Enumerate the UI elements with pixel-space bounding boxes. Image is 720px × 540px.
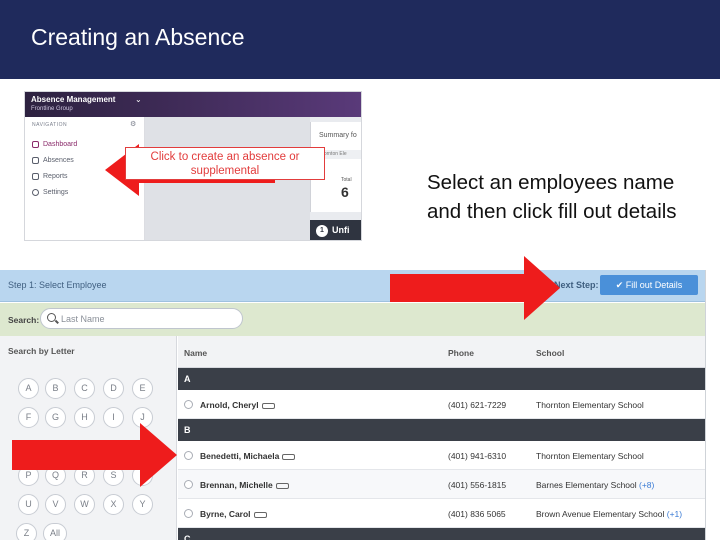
- letter-filter-c[interactable]: C: [74, 378, 95, 399]
- column-header-phone[interactable]: Phone: [448, 348, 474, 358]
- create-absence-callout: Click to create an absence or supplement…: [125, 147, 325, 180]
- letter-filter-e[interactable]: E: [132, 378, 153, 399]
- employee-phone: (401) 941-6310: [448, 451, 507, 461]
- nav-item-label: Settings: [43, 189, 69, 196]
- app-header: Absence Management ⌄ Frontline Group: [25, 92, 361, 117]
- employee-row-brennan[interactable]: Brennan, Michelle (401) 556-1815 Barnes …: [178, 470, 705, 499]
- employee-radio[interactable]: [184, 451, 193, 460]
- fill-out-details-button[interactable]: ✔ Fill out Details: [600, 275, 698, 295]
- slide-title: Creating an Absence: [31, 24, 245, 50]
- checkmark-icon: ✔: [615, 280, 626, 290]
- letter-filter-x[interactable]: X: [103, 494, 124, 515]
- letter-filter-v[interactable]: V: [45, 494, 66, 515]
- unfilled-count-badge: 1: [316, 225, 328, 237]
- employee-school: Thornton Elementary School: [536, 451, 644, 461]
- absence-management-screenshot: Absence Management ⌄ Frontline Group NAV…: [24, 91, 362, 241]
- letter-filter-b[interactable]: B: [45, 378, 66, 399]
- column-header-name[interactable]: Name: [184, 348, 207, 358]
- total-label: Total: [341, 177, 352, 183]
- nav-item-reports[interactable]: Reports: [32, 173, 68, 180]
- employee-row-byrne[interactable]: Byrne, Carol (401) 836 5065 Brown Avenue…: [178, 499, 705, 528]
- nav-heading: NAVIGATION: [32, 122, 68, 128]
- id-card-icon: [275, 482, 289, 489]
- total-value: 6: [341, 184, 349, 200]
- summary-label: Summary fo: [319, 132, 357, 139]
- employee-school: Barnes Elementary School: [536, 480, 637, 490]
- group-header-c: C: [178, 528, 705, 540]
- settings-gear-icon[interactable]: ⚙: [130, 120, 136, 128]
- employee-row-arnold[interactable]: Arnold, Cheryl (401) 621-7229 Thornton E…: [178, 390, 705, 419]
- red-arrow-right-icon: [12, 423, 177, 487]
- employee-name: Arnold, Cheryl: [200, 400, 259, 410]
- letter-filter-u[interactable]: U: [18, 494, 39, 515]
- employee-school-cell: Barnes Elementary School (+8): [536, 480, 654, 490]
- employee-phone: (401) 556-1815: [448, 480, 507, 490]
- select-employee-screenshot: Step 1: Select Employee Next Step: ✔ Fil…: [0, 270, 706, 540]
- employee-radio[interactable]: [184, 400, 193, 409]
- nav-item-label: Reports: [43, 173, 68, 180]
- slide: Creating an Absence Absence Management ⌄…: [0, 0, 720, 540]
- step-label: Step 1: Select Employee: [8, 280, 107, 290]
- search-box[interactable]: [40, 308, 243, 329]
- last-name-search-input[interactable]: [61, 312, 231, 326]
- unfilled-label: Unfi: [332, 225, 350, 235]
- employee-name-cell: Benedetti, Michaela: [200, 451, 296, 461]
- id-card-icon: [253, 511, 267, 518]
- unfilled-bar[interactable]: 1 Unfi: [310, 220, 361, 240]
- column-header-school[interactable]: School: [536, 348, 564, 358]
- search-row: Search:: [0, 303, 705, 336]
- employee-name-cell: Byrne, Carol: [200, 509, 267, 519]
- employee-name: Brennan, Michelle: [200, 480, 273, 490]
- employee-school: Thornton Elementary School: [536, 400, 644, 410]
- letter-filter-a[interactable]: A: [18, 378, 39, 399]
- nav-item-label: Dashboard: [43, 141, 78, 148]
- employee-row-benedetti[interactable]: Benedetti, Michaela (401) 941-6310 Thorn…: [178, 441, 705, 470]
- employee-phone: (401) 836 5065: [448, 509, 506, 519]
- nav-item-label: Absences: [43, 157, 74, 164]
- employee-radio[interactable]: [184, 509, 193, 518]
- employee-school: Brown Avenue Elementary School: [536, 509, 665, 519]
- employee-school-cell: Brown Avenue Elementary School (+1): [536, 509, 682, 519]
- group-header-b: B: [178, 419, 705, 441]
- step-bar: Step 1: Select Employee Next Step: ✔ Fil…: [0, 270, 705, 302]
- letter-filter-all[interactable]: All: [43, 523, 67, 540]
- employee-name: Byrne, Carol: [200, 509, 251, 519]
- search-by-letter-heading: Search by Letter: [8, 346, 75, 356]
- search-icon: [47, 313, 56, 322]
- title-band: Creating an Absence: [0, 0, 720, 79]
- chevron-down-icon[interactable]: ⌄: [135, 95, 142, 104]
- group-header-a: A: [178, 368, 705, 390]
- employee-phone: (401) 621-7229: [448, 400, 507, 410]
- employee-name-cell: Brennan, Michelle: [200, 480, 289, 490]
- nav-item-absences[interactable]: Absences: [32, 157, 74, 164]
- red-arrow-right-icon: [390, 256, 560, 320]
- nav-item-dashboard[interactable]: Dashboard: [32, 141, 77, 148]
- additional-schools-link[interactable]: (+8): [639, 480, 654, 490]
- instruction-text: Select an employees name and then click …: [427, 171, 677, 223]
- group-letter: B: [184, 425, 191, 435]
- clock-icon: [32, 141, 39, 148]
- app-title: Absence Management: [31, 95, 116, 104]
- next-step-label: Next Step:: [554, 280, 599, 290]
- id-card-icon: [282, 453, 296, 460]
- additional-schools-link[interactable]: (+1): [667, 509, 682, 519]
- calendar-icon: [32, 157, 39, 164]
- search-label: Search:: [8, 315, 40, 325]
- fill-out-details-label: Fill out Details: [625, 280, 683, 290]
- nav-item-settings[interactable]: Settings: [32, 189, 68, 196]
- employee-name: Benedetti, Michaela: [200, 451, 280, 461]
- employee-radio[interactable]: [184, 480, 193, 489]
- employee-table-header: Name Phone School: [178, 336, 705, 368]
- letter-filter-d[interactable]: D: [103, 378, 124, 399]
- employee-name-cell: Arnold, Cheryl: [200, 400, 275, 410]
- letter-filter-y[interactable]: Y: [132, 494, 153, 515]
- app-subtitle: Frontline Group: [31, 106, 73, 112]
- group-letter: A: [184, 374, 191, 384]
- id-card-icon: [261, 402, 275, 409]
- letter-filter-z[interactable]: Z: [16, 523, 37, 540]
- gear-icon: [32, 189, 39, 196]
- letter-filter-w[interactable]: W: [74, 494, 95, 515]
- document-icon: [32, 173, 39, 180]
- group-letter: C: [184, 534, 191, 540]
